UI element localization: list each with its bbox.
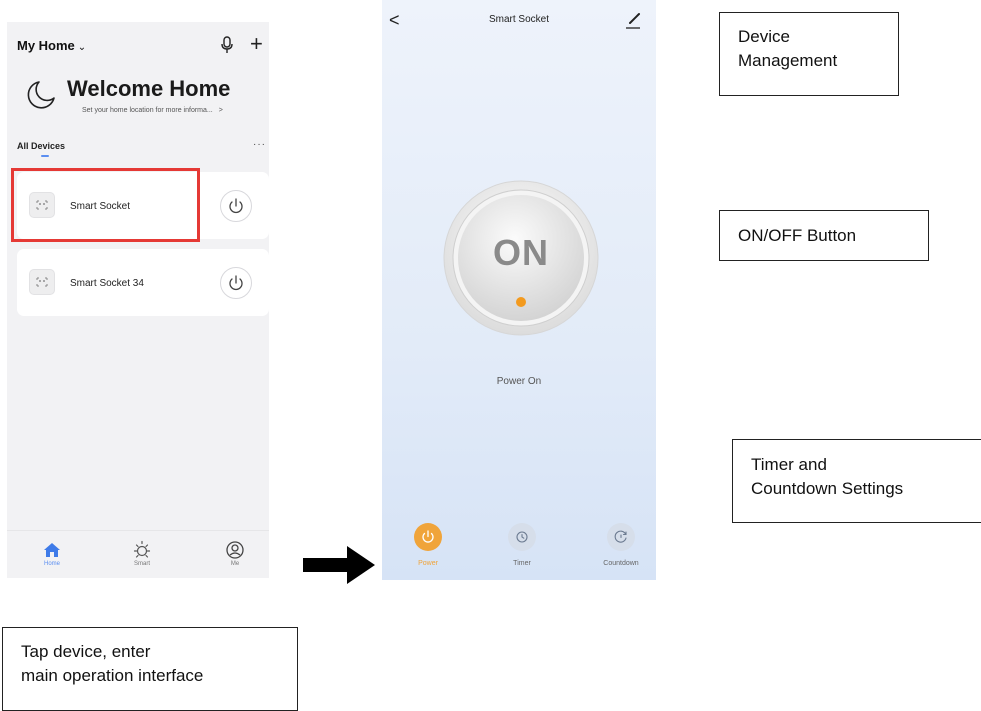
power-state-label: ON xyxy=(493,232,549,273)
callout-timer-countdown: Timer and Countdown Settings xyxy=(732,439,981,523)
callout-line: main operation interface xyxy=(21,666,204,685)
device-title: Smart Socket xyxy=(488,14,550,25)
device-power-button[interactable] xyxy=(220,190,252,222)
chevron-down-icon: ⌄ xyxy=(77,42,87,53)
tab-all-devices[interactable]: All Devices xyxy=(17,141,65,151)
power-icon xyxy=(229,275,243,291)
tab-power[interactable]: Power xyxy=(398,523,458,567)
callout-on-off-button: ON/OFF Button xyxy=(719,210,929,261)
sun-icon xyxy=(133,540,151,558)
more-options-icon[interactable]: ··· xyxy=(253,139,266,150)
device-name: Smart Socket 34 xyxy=(70,278,144,289)
tab-label: Me xyxy=(230,561,240,567)
callout-tap-device: Tap device, enter main operation interfa… xyxy=(2,627,298,711)
welcome-subtitle: Set your home location for more informa.… xyxy=(82,107,213,114)
tab-underline xyxy=(41,155,49,157)
edit-icon[interactable] xyxy=(624,10,642,30)
home-selector-label: My Home xyxy=(17,38,75,53)
home-screen: My Home ⌄ + Welcome Home Set your home lo… xyxy=(7,22,269,578)
tab-label: Smart xyxy=(133,561,150,567)
bottom-tab-bar: Home Smart Me xyxy=(7,530,269,578)
power-icon xyxy=(414,523,442,551)
welcome-location-link[interactable]: Set your home location for more informa.… xyxy=(82,107,223,114)
tab-label: Power xyxy=(418,560,438,567)
callout-line: Countdown Settings xyxy=(751,479,904,498)
tab-label: Home xyxy=(43,561,60,567)
chevron-right-icon: > xyxy=(218,107,223,114)
power-icon xyxy=(229,198,243,214)
arrow-right-icon xyxy=(303,546,375,584)
microphone-icon[interactable] xyxy=(221,36,233,54)
device-power-button[interactable] xyxy=(220,267,252,299)
callout-device-management: Device Management xyxy=(719,12,899,96)
tab-me[interactable]: Me xyxy=(210,540,260,567)
moon-icon xyxy=(27,81,55,109)
callout-line: ON/OFF Button xyxy=(738,226,857,245)
callout-line: Management xyxy=(738,51,838,70)
welcome-title: Welcome Home xyxy=(67,76,231,101)
device-screen: < Smart Socket ON Power On Power Timer C… xyxy=(382,0,656,580)
tab-home[interactable]: Home xyxy=(27,542,77,567)
add-device-icon[interactable]: + xyxy=(250,33,263,55)
device-card-smart-socket-34[interactable]: Smart Socket 34 xyxy=(17,249,269,316)
tab-label: Timer xyxy=(513,560,531,567)
timer-icon xyxy=(508,523,536,551)
tab-label: Countdown xyxy=(603,560,639,567)
home-selector[interactable]: My Home ⌄ xyxy=(17,38,86,53)
tab-smart[interactable]: Smart xyxy=(117,540,167,567)
callout-line: Timer and xyxy=(751,455,827,474)
countdown-icon xyxy=(607,523,635,551)
callout-line: Tap device, enter xyxy=(21,642,151,661)
tap-highlight-box xyxy=(11,168,200,242)
tab-timer[interactable]: Timer xyxy=(492,523,552,567)
user-icon xyxy=(226,541,244,559)
callout-line: Device xyxy=(738,27,790,46)
tab-countdown[interactable]: Countdown xyxy=(591,523,651,567)
home-icon xyxy=(44,543,60,557)
power-status-text: Power On xyxy=(496,376,542,387)
socket-icon xyxy=(29,269,55,295)
